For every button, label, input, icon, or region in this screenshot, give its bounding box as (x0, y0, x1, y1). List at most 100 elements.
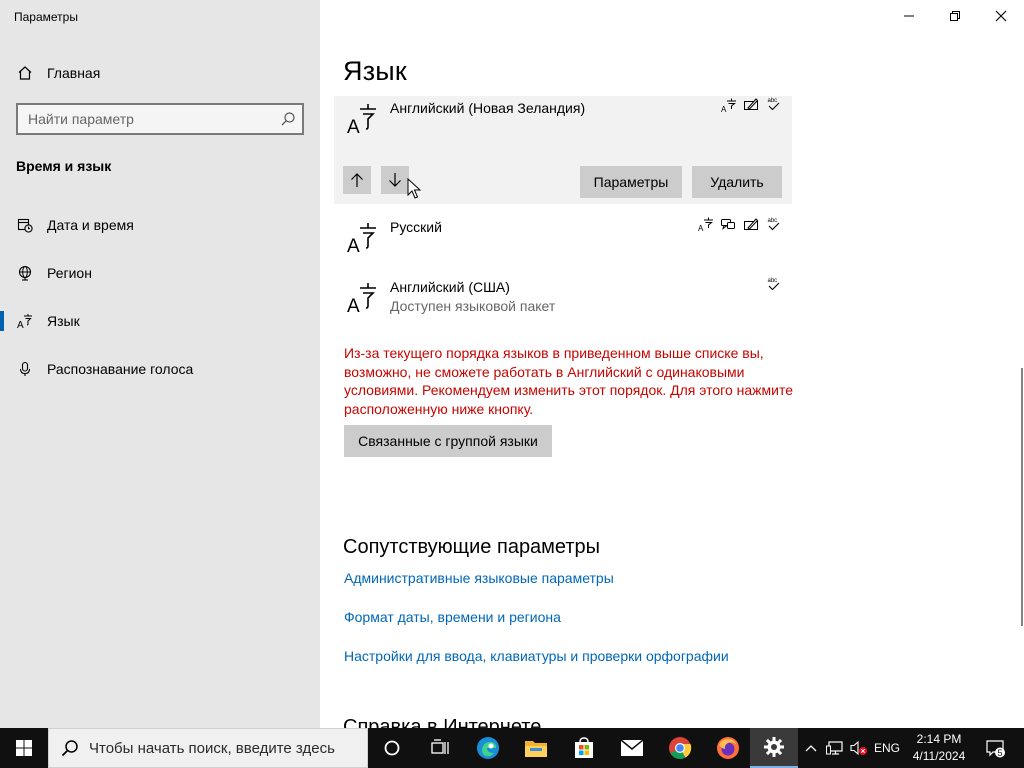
minimize-button[interactable] (886, 0, 932, 32)
search-icon[interactable] (280, 111, 296, 132)
firefox-button[interactable] (704, 728, 752, 768)
folder-icon (525, 741, 547, 757)
sidebar-item-date-time[interactable]: Дата и время (0, 205, 320, 245)
network-button[interactable] (824, 728, 846, 768)
move-down-button[interactable] (381, 166, 409, 194)
sidebar-item-label: Язык (47, 313, 80, 329)
svg-text:abc: abc (768, 218, 778, 224)
notifications-icon: 5 (986, 740, 1005, 758)
related-settings-heading: Сопутствующие параметры (343, 536, 601, 558)
network-icon (826, 741, 843, 755)
chevron-up-icon (805, 745, 817, 752)
sidebar-item-label: Дата и время (47, 217, 134, 233)
gear-icon (764, 737, 784, 757)
handwriting-icon (743, 96, 759, 112)
grouped-languages-button[interactable]: Связанные с группой языки (344, 425, 552, 457)
microphone-icon (17, 361, 33, 377)
arrow-down-icon (389, 173, 401, 187)
language-icon: A (17, 313, 33, 329)
move-up-button[interactable] (343, 166, 371, 194)
language-glyph-icon: A (347, 104, 376, 136)
date-time-icon (17, 217, 33, 233)
sidebar-item-region[interactable]: Регион (0, 253, 320, 293)
settings-search-box[interactable] (16, 103, 304, 135)
language-options-button[interactable]: Параметры (580, 166, 682, 198)
close-button[interactable] (978, 0, 1024, 32)
page-title: Язык (343, 56, 407, 86)
spellcheck-icon: abc (766, 216, 782, 232)
firefox-icon (717, 737, 739, 759)
nav-home-label: Главная (47, 65, 101, 81)
home-icon (17, 65, 33, 81)
store-button[interactable] (560, 728, 608, 768)
remove-language-button[interactable]: Удалить (692, 166, 782, 198)
restore-icon (950, 11, 960, 21)
svg-text:A: A (347, 296, 360, 315)
taskbar-search-placeholder: Чтобы начать поиск, введите здесь (89, 739, 335, 757)
store-icon (575, 737, 593, 758)
language-glyph-icon: A (347, 283, 376, 315)
show-hidden-icons-button[interactable] (802, 728, 820, 768)
sidebar: Параметры Главная Время и язык Дата и вр… (0, 0, 320, 728)
spellcheck-icon: abc (766, 276, 782, 292)
start-button[interactable] (0, 728, 48, 768)
close-icon (995, 10, 1007, 22)
edge-icon (477, 737, 499, 759)
language-name: Английский (Новая Зеландия) (390, 100, 586, 116)
search-icon (61, 740, 78, 757)
svg-text:A: A (347, 117, 360, 136)
svg-text:abc: abc (768, 278, 778, 284)
spellcheck-icon: abc (766, 96, 782, 112)
task-view-icon (431, 739, 449, 754)
chrome-button[interactable] (656, 728, 704, 768)
settings-search-input[interactable] (18, 105, 274, 133)
display-language-icon: A (721, 97, 737, 113)
volume-button[interactable] (848, 728, 870, 768)
task-view-button[interactable] (416, 728, 464, 768)
admin-language-settings-link[interactable]: Административные языковые параметры (344, 570, 614, 586)
action-center-button[interactable]: 5 (980, 728, 1010, 768)
clock[interactable]: 2:14 PM 4/11/2024 (905, 731, 973, 765)
speech-icon (720, 216, 736, 232)
cortana-button[interactable] (368, 728, 416, 768)
sidebar-item-speech[interactable]: Распознавание голоса (0, 349, 320, 389)
restore-button[interactable] (932, 0, 978, 32)
sidebar-item-label: Распознавание голоса (47, 361, 194, 377)
language-name: Русский (390, 219, 442, 235)
mail-icon (620, 739, 644, 756)
clock-time: 2:14 PM (916, 732, 962, 746)
notification-count: 5 (997, 748, 1002, 758)
settings-button[interactable] (750, 728, 798, 768)
help-heading: Справка в Интернете (343, 716, 542, 728)
file-explorer-button[interactable] (512, 728, 560, 768)
volume-muted-icon (850, 740, 867, 756)
scrollbar[interactable] (1021, 368, 1023, 626)
taskbar-search-box[interactable]: Чтобы начать поиск, введите здесь (48, 728, 368, 768)
minimize-icon (904, 15, 914, 17)
language-name: Английский (США) (390, 279, 510, 295)
taskbar: Чтобы начать поиск, введите здесь ENG 2:… (0, 728, 1024, 768)
handwriting-icon (743, 216, 759, 232)
mail-button[interactable] (608, 728, 656, 768)
date-time-region-format-link[interactable]: Формат даты, времени и региона (344, 609, 561, 625)
display-language-icon: A (698, 216, 714, 232)
language-order-warning: Из-за текущего порядка языков в приведен… (344, 345, 793, 417)
svg-text:A: A (347, 236, 360, 255)
arrow-up-icon (351, 173, 363, 187)
mouse-pointer-icon (407, 178, 421, 199)
nav-home[interactable]: Главная (0, 53, 320, 93)
chrome-icon (669, 737, 692, 759)
sidebar-item-label: Регион (47, 265, 92, 281)
clock-date: 4/11/2024 (912, 749, 966, 763)
svg-text:abc: abc (768, 98, 778, 104)
globe-icon (17, 265, 33, 281)
edge-button[interactable] (464, 728, 512, 768)
input-language-indicator[interactable]: ENG (872, 728, 902, 768)
svg-text:A: A (698, 224, 704, 232)
windows-logo-icon (16, 740, 32, 756)
cortana-icon (384, 740, 400, 756)
svg-text:A: A (721, 105, 727, 113)
sidebar-item-language[interactable]: A Язык (0, 301, 320, 341)
svg-text:A: A (17, 320, 24, 329)
typing-keyboard-spelling-link[interactable]: Настройки для ввода, клавиатуры и провер… (344, 648, 729, 664)
